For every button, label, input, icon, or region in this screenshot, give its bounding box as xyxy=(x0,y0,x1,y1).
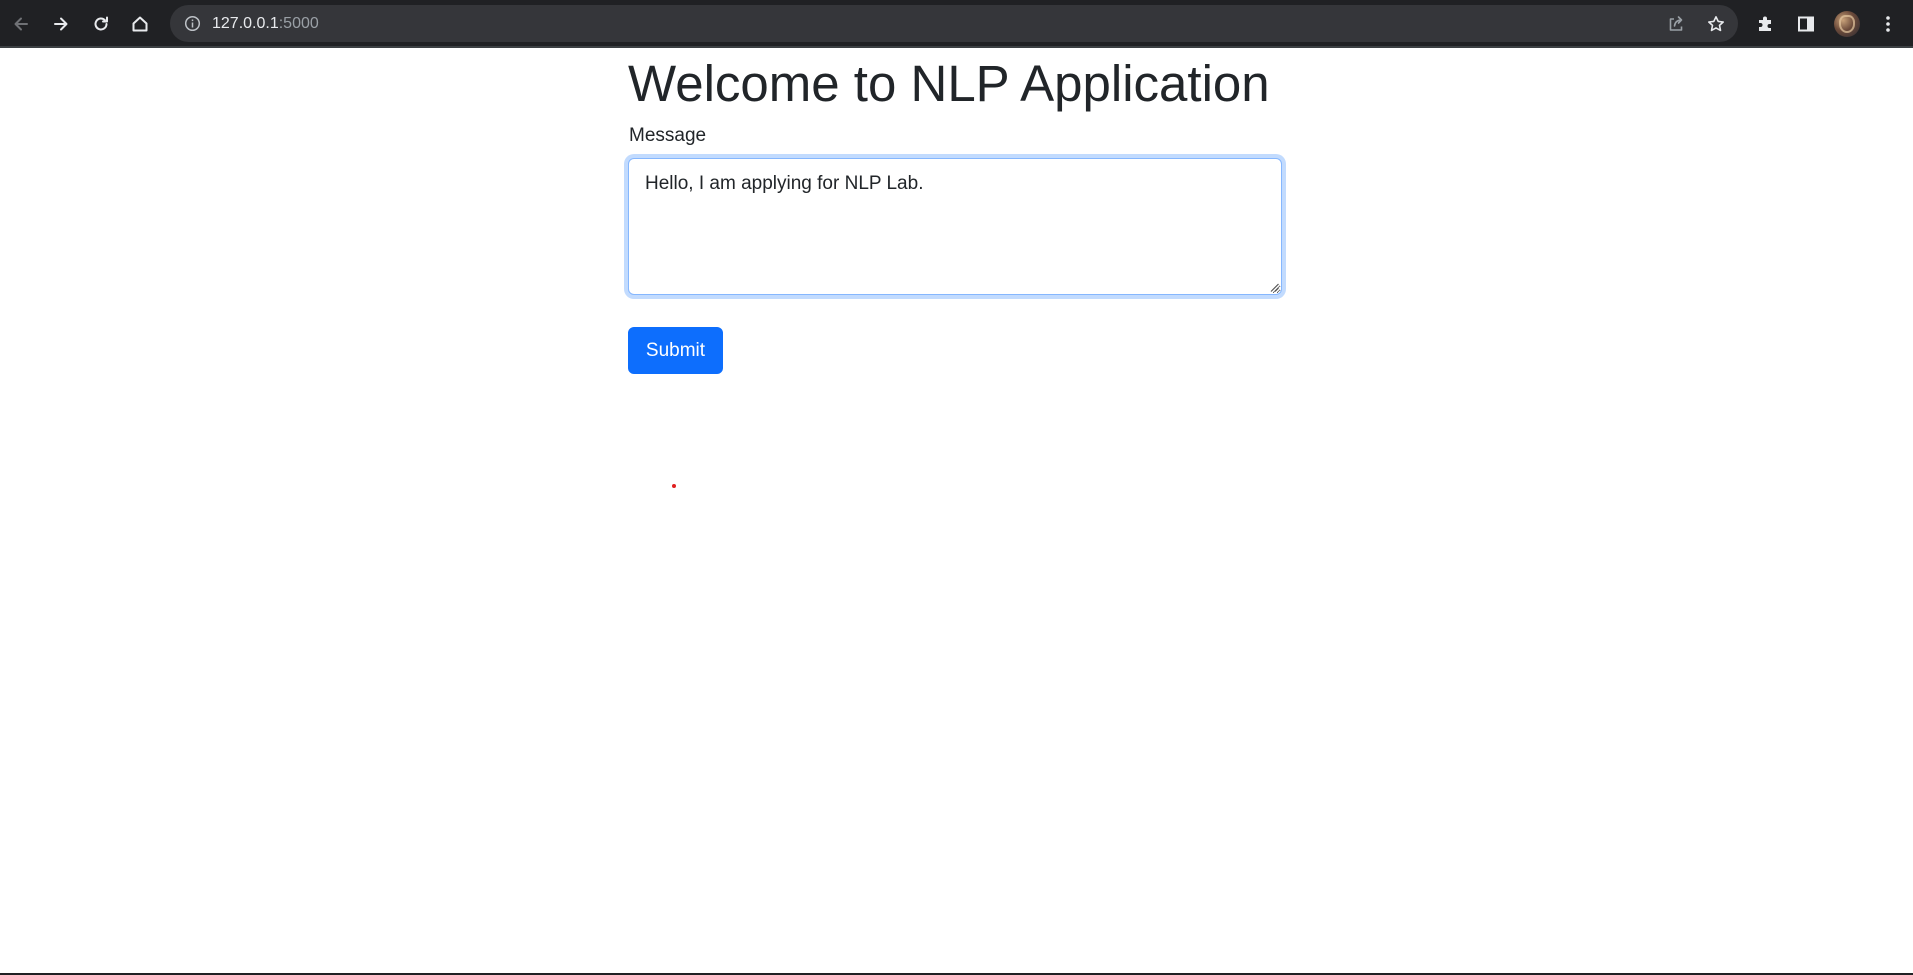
message-label: Message xyxy=(629,125,707,146)
page-title: Welcome to NLP Application xyxy=(628,55,1270,112)
puzzle-icon xyxy=(1759,16,1771,31)
home-button[interactable] xyxy=(124,8,156,40)
bookmark-button[interactable] xyxy=(1703,11,1729,37)
forward-arrow-icon xyxy=(54,17,68,31)
url-port: :5000 xyxy=(278,15,319,32)
url-text[interactable]: 127.0.0.1:5000 xyxy=(212,15,319,33)
kebab-menu-icon xyxy=(1886,16,1890,32)
info-icon[interactable] xyxy=(184,15,201,32)
back-arrow-icon xyxy=(14,17,28,31)
menu-button[interactable] xyxy=(1872,8,1904,40)
forward-button[interactable] xyxy=(45,8,77,40)
side-panel-icon xyxy=(1798,16,1814,32)
reload-icon xyxy=(94,16,108,31)
avatar[interactable] xyxy=(1834,11,1860,37)
reload-button[interactable] xyxy=(85,8,117,40)
browser-toolbar: 127.0.0.1:5000 xyxy=(0,0,1913,48)
resize-handle-icon[interactable] xyxy=(1270,283,1279,292)
address-bar[interactable]: 127.0.0.1:5000 xyxy=(170,5,1738,42)
back-button[interactable] xyxy=(5,8,37,40)
extensions-button[interactable] xyxy=(1750,8,1782,40)
share-icon xyxy=(1669,16,1683,31)
star-icon xyxy=(1708,16,1724,32)
home-icon xyxy=(132,16,148,32)
message-textarea[interactable]: Hello, I am applying for NLP Lab. xyxy=(628,158,1282,295)
share-button[interactable] xyxy=(1663,11,1689,37)
url-host: 127.0.0.1 xyxy=(212,15,279,32)
cursor-dot xyxy=(672,484,676,488)
submit-button[interactable]: Submit xyxy=(628,327,723,374)
side-panel-button[interactable] xyxy=(1790,8,1822,40)
